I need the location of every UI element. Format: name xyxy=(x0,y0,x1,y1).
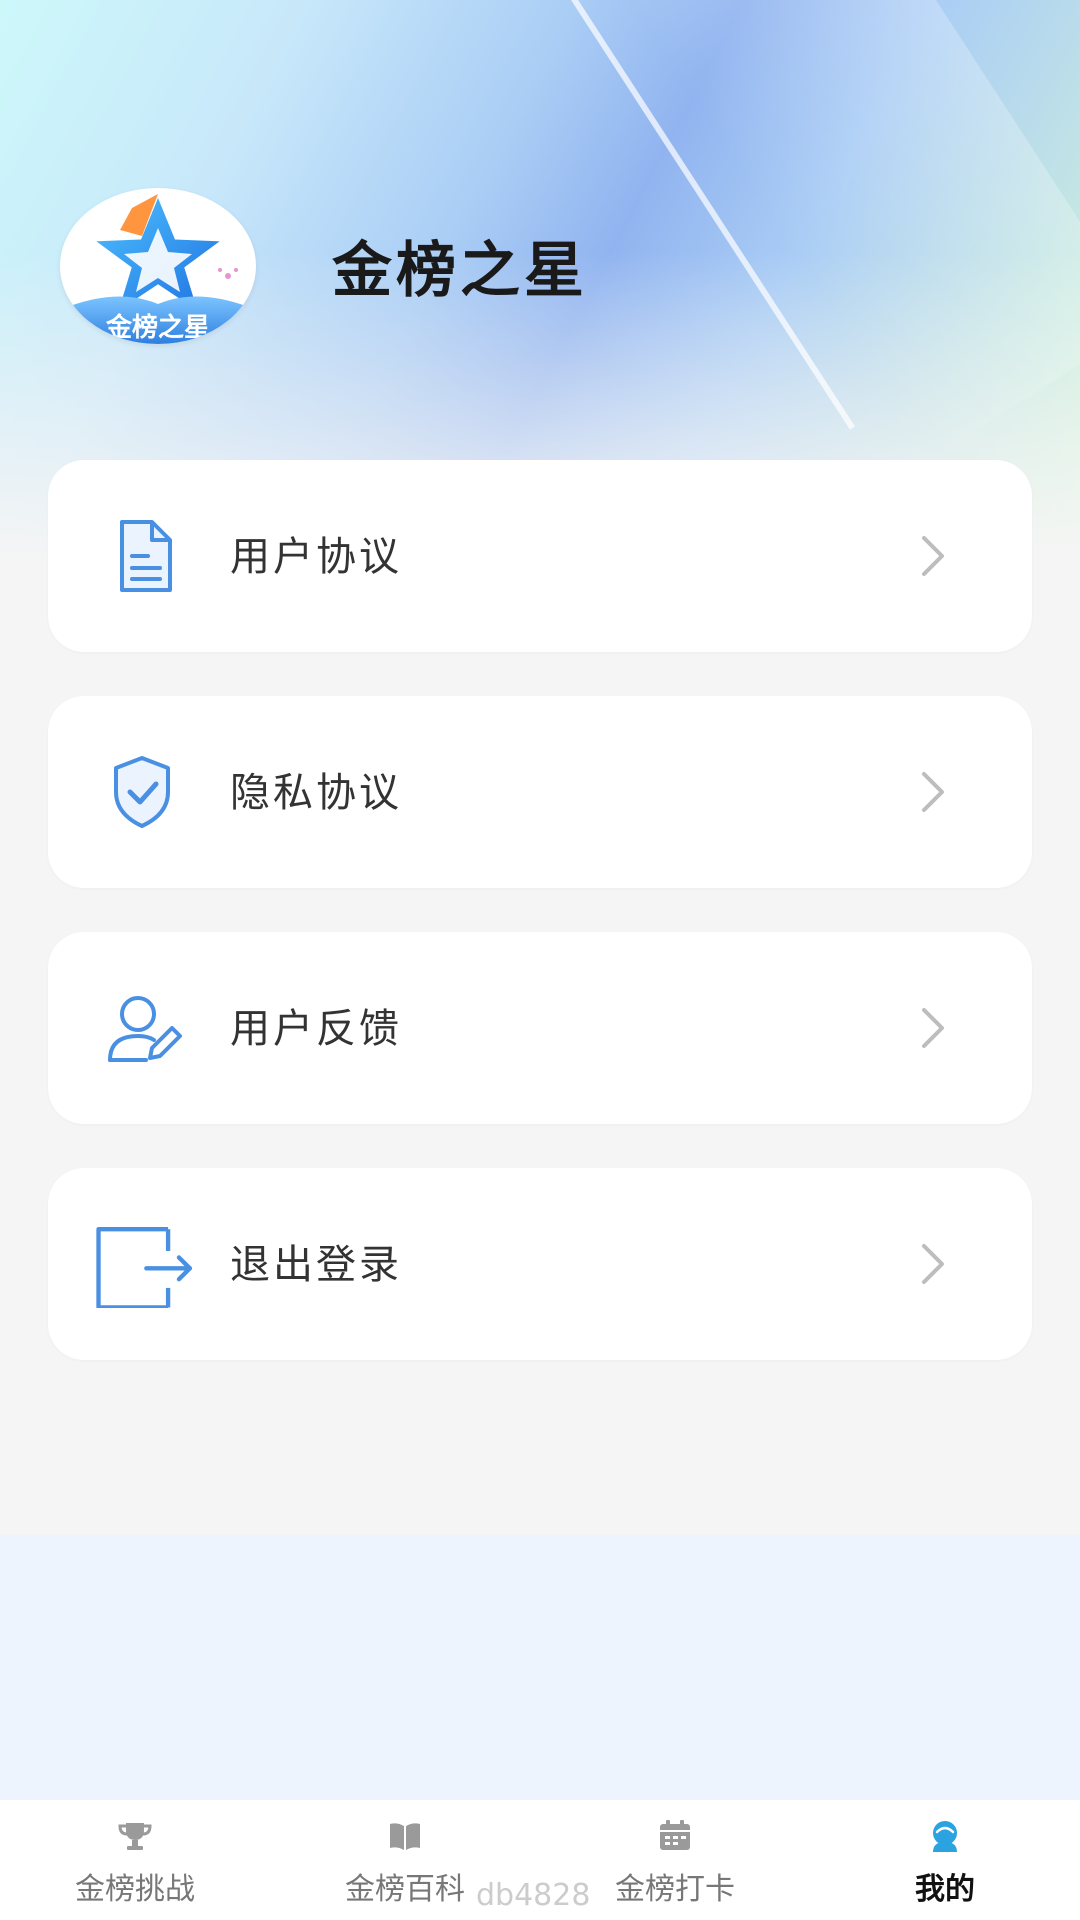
chevron-right-icon xyxy=(922,772,944,812)
menu-item-user-agreement[interactable]: 用户协议 xyxy=(48,460,1032,652)
menu-item-logout[interactable]: 退出登录 xyxy=(48,1168,1032,1360)
menu-item-label: 退出登录 xyxy=(230,1242,402,1288)
chevron-right-icon xyxy=(922,1244,944,1284)
chevron-right-icon xyxy=(922,536,944,576)
tab-mine[interactable]: 我的 xyxy=(810,1800,1080,1920)
menu-item-label: 用户反馈 xyxy=(230,1006,402,1052)
menu-item-privacy-agreement[interactable]: 隐私协议 xyxy=(48,696,1032,888)
trophy-icon xyxy=(118,1823,152,1850)
profile-icon xyxy=(933,1821,957,1852)
lower-background-tint xyxy=(0,1535,1080,1800)
menu-item-user-feedback[interactable]: 用户反馈 xyxy=(48,932,1032,1124)
watermark-text: db4828 xyxy=(476,1878,591,1913)
tab-challenge[interactable]: 金榜挑战 xyxy=(0,1800,270,1920)
shield-check-icon xyxy=(114,756,170,828)
app-title: 金榜之星 xyxy=(332,236,588,306)
logo-text: 金榜之星 xyxy=(105,312,210,343)
app-logo: 金榜之星 xyxy=(60,188,256,344)
calendar-icon xyxy=(660,1820,690,1850)
light-beam-decoration xyxy=(600,0,1080,464)
user-edit-icon xyxy=(108,996,182,1062)
tab-label: 我的 xyxy=(915,1872,975,1907)
document-icon xyxy=(120,520,172,592)
menu-item-label: 用户协议 xyxy=(230,534,402,580)
menu-item-label: 隐私协议 xyxy=(230,770,402,816)
star-logo-icon: 金榜之星 xyxy=(70,190,246,344)
chevron-right-icon xyxy=(922,1008,944,1048)
book-icon xyxy=(390,1823,420,1850)
logout-icon xyxy=(96,1227,192,1308)
tab-label: 金榜挑战 xyxy=(75,1872,195,1907)
